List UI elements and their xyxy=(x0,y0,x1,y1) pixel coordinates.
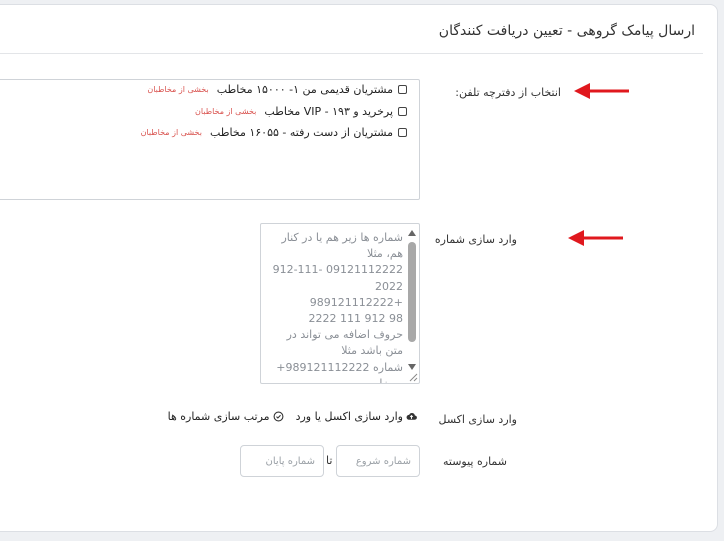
phonebook-label: انتخاب از دفترچه تلفن: xyxy=(455,86,561,99)
scroll-down-icon[interactable] xyxy=(408,364,416,370)
list-item[interactable]: مشتریان قدیمی من ۱- ۱۵۰۰۰ مخاطب بخشی از … xyxy=(147,83,407,96)
start-number-input[interactable] xyxy=(336,445,420,477)
cloud-upload-icon xyxy=(406,413,417,420)
range-to-label: تا xyxy=(326,454,333,467)
textarea-placeholder: شماره ها زیر هم یا در کنار هم، مثلا 0912… xyxy=(272,231,403,384)
phonebook-list[interactable]: مشتریان قدیمی من ۱- ۱۵۰۰۰ مخاطب بخشی از … xyxy=(0,79,420,200)
page-title: ارسال پیامک گروهی - تعیین دریافت کنندگان xyxy=(438,23,695,39)
excel-actions: وارد سازی اکسل یا ورد مرتب سازی شماره ها xyxy=(168,410,417,423)
partial-contacts-link[interactable]: بخشی از مخاطبان xyxy=(147,85,208,94)
sort-numbers-label: مرتب سازی شماره ها xyxy=(167,410,270,423)
phonebook-checkbox[interactable] xyxy=(398,107,407,116)
check-circle-icon xyxy=(273,411,284,422)
phonebook-checkbox[interactable] xyxy=(398,128,407,137)
end-number-input[interactable] xyxy=(240,445,324,477)
scroll-thumb[interactable] xyxy=(408,242,416,342)
title-divider xyxy=(0,53,703,54)
phonebook-checkbox[interactable] xyxy=(398,85,407,94)
excel-import-label: وارد سازی اکسل یا ورد xyxy=(295,410,403,423)
group-name: مشتریان قدیمی من ۱- ۱۵۰۰۰ مخاطب xyxy=(216,83,393,96)
list-item[interactable]: پرخرید و VIP - ۱۹۳ مخاطب بخشی از مخاطبان xyxy=(195,105,407,118)
excel-label: وارد سازی اکسل xyxy=(438,413,518,426)
sequential-label: شماره پیوسته xyxy=(443,455,507,468)
arrow-icon xyxy=(574,83,629,99)
excel-import-link[interactable]: وارد سازی اکسل یا ورد xyxy=(296,410,417,423)
group-name: پرخرید و VIP - ۱۹۳ مخاطب xyxy=(264,105,393,118)
list-item[interactable]: مشتریان از دست رفته - ۱۶۰۵۵ مخاطب بخشی ا… xyxy=(141,126,407,139)
partial-contacts-link[interactable]: بخشی از مخاطبان xyxy=(141,128,202,137)
group-name: مشتریان از دست رفته - ۱۶۰۵۵ مخاطب xyxy=(209,126,393,139)
manual-entry-label: وارد سازی شماره xyxy=(434,233,517,246)
phone-numbers-textarea[interactable]: شماره ها زیر هم یا در کنار هم، مثلا 0912… xyxy=(260,223,420,384)
sort-numbers-link[interactable]: مرتب سازی شماره ها xyxy=(168,410,284,423)
scroll-up-icon[interactable] xyxy=(408,230,416,236)
partial-contacts-link[interactable]: بخشی از مخاطبان xyxy=(195,107,256,116)
textarea-scrollbar[interactable] xyxy=(407,228,417,370)
arrow-icon xyxy=(568,230,623,246)
resize-handle-icon[interactable] xyxy=(408,372,418,382)
